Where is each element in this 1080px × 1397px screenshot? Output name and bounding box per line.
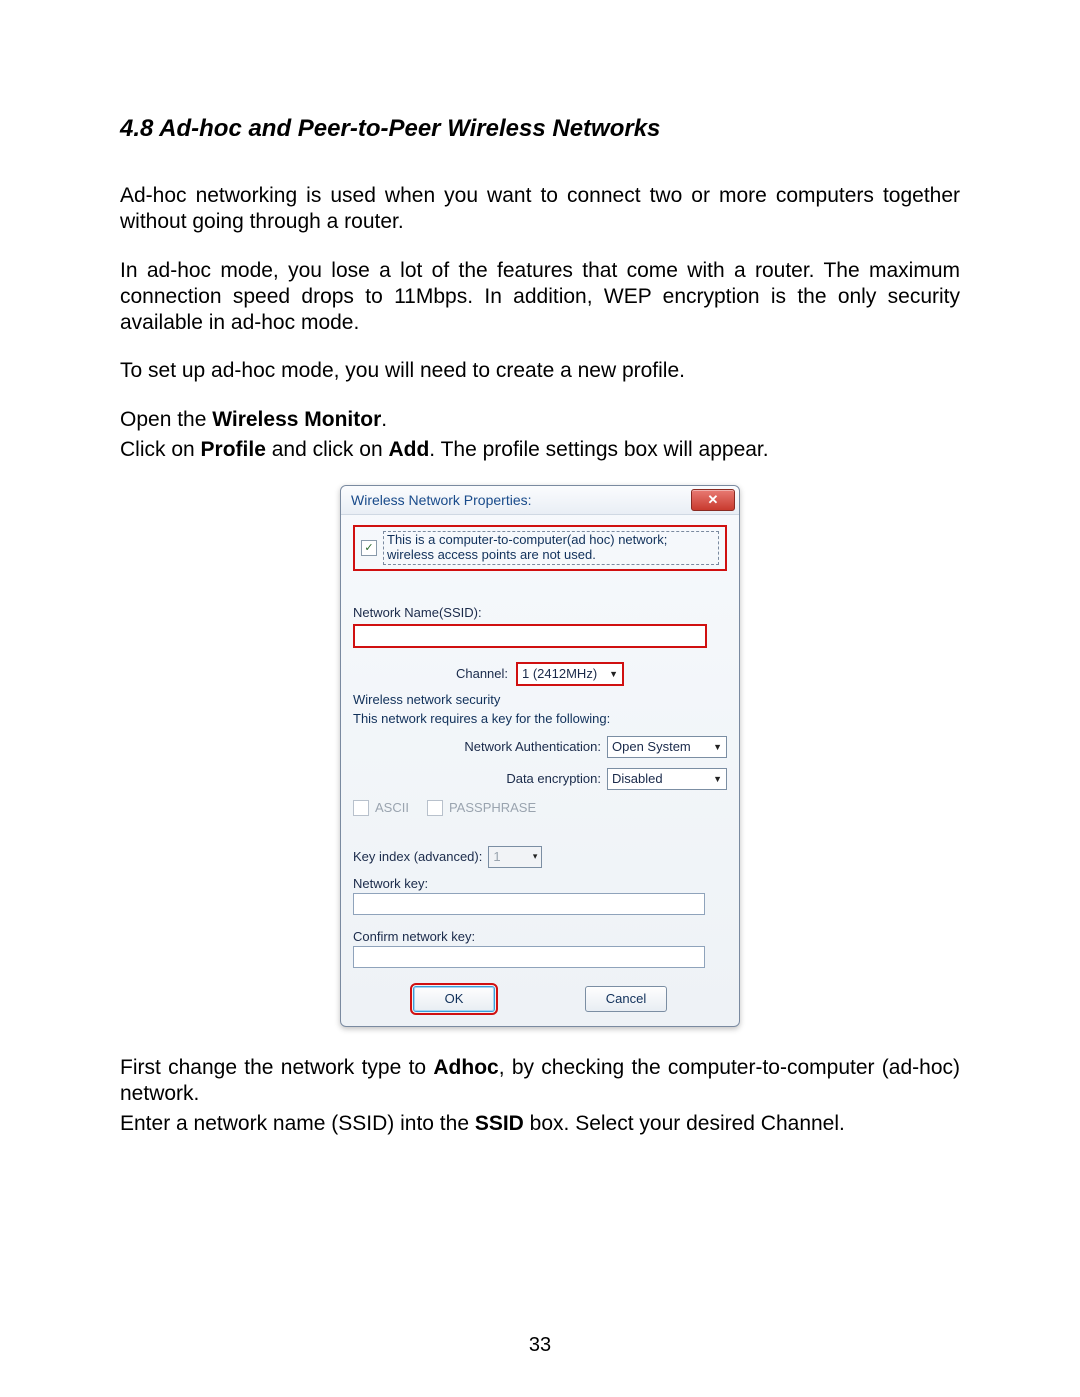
key-index-row: Key index (advanced): 1 ▾ — [353, 846, 727, 868]
text: Click on — [120, 438, 201, 461]
encryption-label: Data encryption: — [506, 771, 601, 786]
text: box. Select your desired Channel. — [524, 1112, 845, 1135]
auth-select[interactable]: Open System ▼ — [607, 736, 727, 758]
paragraph: In ad-hoc mode, you lose a lot of the fe… — [120, 258, 960, 337]
adhoc-checkbox-row[interactable]: ✓ This is a computer-to-computer(ad hoc)… — [353, 525, 727, 571]
dialog-figure: Wireless Network Properties: ✕ ✓ This is… — [120, 485, 960, 1027]
channel-row: Channel: 1 (2412MHz) ▼ — [353, 662, 727, 686]
adhoc-label: This is a computer-to-computer(ad hoc) n… — [383, 531, 719, 565]
paragraph: Click on Profile and click on Add. The p… — [120, 437, 960, 463]
text: First change the network type to — [120, 1056, 433, 1079]
bold-text: Adhoc — [433, 1056, 498, 1079]
text: . The profile settings box will appear. — [429, 438, 768, 461]
ssid-input[interactable] — [353, 624, 707, 648]
confirm-key-input[interactable] — [353, 946, 705, 968]
dialog-body: ✓ This is a computer-to-computer(ad hoc)… — [341, 515, 739, 1026]
paragraph: To set up ad-hoc mode, you will need to … — [120, 358, 960, 384]
close-icon: ✕ — [708, 492, 719, 508]
network-key-label: Network key: — [353, 876, 727, 891]
text: Enter a network name (SSID) into the — [120, 1112, 475, 1135]
ssid-label: Network Name(SSID): — [353, 605, 727, 620]
paragraph: Enter a network name (SSID) into the SSI… — [120, 1111, 960, 1137]
text: Open the — [120, 408, 212, 431]
confirm-key-label: Confirm network key: — [353, 929, 727, 944]
key-format-row: ASCII PASSPHRASE — [353, 800, 727, 816]
ascii-label: ASCII — [375, 800, 409, 815]
bold-text: SSID — [475, 1112, 524, 1135]
paragraph: Ad-hoc networking is used when you want … — [120, 183, 960, 236]
text: . — [381, 408, 387, 431]
encryption-value: Disabled — [612, 771, 663, 786]
chevron-down-icon: ▼ — [609, 669, 618, 679]
paragraph: First change the network type to Adhoc, … — [120, 1055, 960, 1108]
ascii-checkbox[interactable]: ASCII — [353, 800, 409, 816]
encryption-select[interactable]: Disabled ▼ — [607, 768, 727, 790]
page-number: 33 — [0, 1334, 1080, 1357]
passphrase-label: PASSPHRASE — [449, 800, 536, 815]
key-index-select[interactable]: 1 ▾ — [488, 846, 542, 868]
bold-text: Add — [388, 438, 429, 461]
channel-label: Channel: — [456, 666, 508, 681]
dialog-button-row: OK Cancel — [353, 986, 727, 1012]
security-heading: Wireless network security — [353, 692, 727, 707]
bold-text: Profile — [201, 438, 266, 461]
encryption-row: Data encryption: Disabled ▼ — [353, 768, 727, 790]
wireless-properties-dialog: Wireless Network Properties: ✕ ✓ This is… — [340, 485, 740, 1027]
paragraph: Open the Wireless Monitor. — [120, 407, 960, 433]
auth-value: Open System — [612, 739, 691, 754]
cancel-button[interactable]: Cancel — [585, 986, 667, 1012]
auth-label: Network Authentication: — [464, 739, 601, 754]
adhoc-checkbox[interactable]: ✓ — [361, 540, 377, 556]
ok-button[interactable]: OK — [413, 986, 495, 1012]
dialog-title: Wireless Network Properties: — [351, 492, 532, 508]
channel-value: 1 (2412MHz) — [522, 666, 597, 681]
network-key-input[interactable] — [353, 893, 705, 915]
passphrase-checkbox[interactable]: PASSPHRASE — [427, 800, 536, 816]
close-button[interactable]: ✕ — [691, 489, 735, 511]
chevron-down-icon: ▼ — [713, 774, 722, 784]
chevron-down-icon: ▼ — [713, 742, 722, 752]
chevron-down-icon: ▾ — [533, 851, 538, 862]
document-page: 4.8 Ad-hoc and Peer-to-Peer Wireless Net… — [0, 0, 1080, 1397]
security-subtext: This network requires a key for the foll… — [353, 711, 727, 726]
section-heading: 4.8 Ad-hoc and Peer-to-Peer Wireless Net… — [120, 115, 960, 143]
ssid-block: Network Name(SSID): — [353, 605, 727, 648]
key-index-value: 1 — [493, 849, 500, 864]
text: and click on — [266, 438, 389, 461]
bold-text: Wireless Monitor — [212, 408, 381, 431]
key-index-label: Key index (advanced): — [353, 849, 482, 864]
auth-row: Network Authentication: Open System ▼ — [353, 736, 727, 758]
channel-select[interactable]: 1 (2412MHz) ▼ — [516, 662, 624, 686]
dialog-titlebar: Wireless Network Properties: ✕ — [341, 486, 739, 515]
